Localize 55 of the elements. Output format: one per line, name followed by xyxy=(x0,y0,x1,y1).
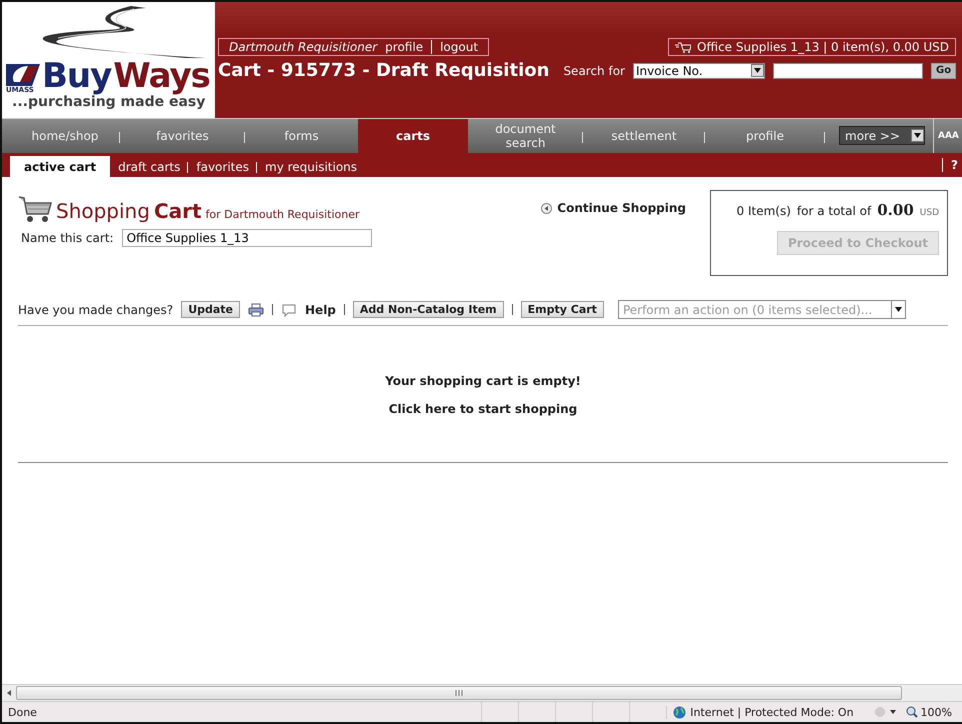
empty-message: Your shopping cart is empty! xyxy=(385,374,581,388)
cart-title-bold: Cart xyxy=(154,199,202,223)
currency-label: USD xyxy=(920,208,939,218)
total-label: for a total of xyxy=(796,204,872,218)
cart-title: Shopping xyxy=(56,199,150,223)
user-link[interactable]: profile xyxy=(385,40,424,54)
cart-name-field[interactable]: Office Supplies 1_13 xyxy=(122,229,372,247)
help-button[interactable]: ? xyxy=(942,158,962,172)
grip-icon xyxy=(455,690,463,696)
update-button[interactable]: Update xyxy=(181,301,240,318)
nav-tab[interactable]: profile xyxy=(705,119,825,153)
sub-tab[interactable]: draft carts xyxy=(110,157,188,177)
sub-tab[interactable]: favorites xyxy=(188,157,257,177)
nav-tab[interactable]: forms xyxy=(245,119,358,153)
cart-summary-text: Office Supplies 1_13 | 0 item(s), 0.00 USD xyxy=(697,40,949,54)
help-bubble-icon xyxy=(281,302,298,316)
search-type-select[interactable]: Invoice No. xyxy=(632,62,765,78)
cart-icon xyxy=(675,42,692,52)
zoom-control[interactable]: 100% xyxy=(900,706,962,718)
go-button[interactable]: Go xyxy=(930,62,956,78)
sub-tab[interactable]: active cart xyxy=(10,156,110,177)
brand-name-first: Buy xyxy=(42,58,112,94)
nav-tab[interactable]: home/shop xyxy=(10,119,120,153)
total-amount: 0.00 xyxy=(877,201,914,219)
search-label: Search for xyxy=(563,64,625,78)
item-count: 0 Item(s) xyxy=(736,204,791,218)
tagline: ...purchasing made easy xyxy=(12,94,206,110)
status-text: Done xyxy=(8,706,37,718)
shopping-cart-icon xyxy=(18,195,52,223)
nav-tab[interactable]: document search xyxy=(468,119,583,153)
search-field[interactable] xyxy=(772,62,923,78)
nav-tab[interactable]: favorites xyxy=(120,119,245,153)
start-shopping-link[interactable]: Click here to start shopping xyxy=(388,402,578,416)
page-title: Cart - 915773 - Draft Requisition xyxy=(218,60,550,81)
sub-tab[interactable]: my requisitions xyxy=(257,157,366,177)
empty-cart-button[interactable]: Empty Cart xyxy=(520,301,604,318)
more-menu[interactable]: more >> xyxy=(839,126,925,145)
print-icon[interactable] xyxy=(248,302,264,316)
security-zone: Internet | Protected Mode: On xyxy=(690,706,854,718)
globe-icon xyxy=(673,706,686,718)
continue-shopping-link[interactable]: Continue Shopping xyxy=(541,201,686,215)
brand-name-second: Ways xyxy=(113,58,210,94)
cart-owner: for Dartmouth Requisitioner xyxy=(206,208,360,221)
nav-tab[interactable]: settlement xyxy=(583,119,705,153)
help-link[interactable]: Help xyxy=(305,302,336,316)
user-link[interactable]: logout xyxy=(431,40,478,54)
nav-tab[interactable]: carts xyxy=(358,119,468,153)
add-item-button[interactable]: Add Non-Catalog Item xyxy=(352,301,504,318)
back-icon xyxy=(541,202,552,214)
cart-name-label: Name this cart: xyxy=(21,231,114,245)
cart-summary-bar[interactable]: Office Supplies 1_13 | 0 item(s), 0.00 USD xyxy=(668,38,956,56)
changes-prompt: Have you made changes? xyxy=(18,302,174,316)
user-name: Dartmouth Requisitioner xyxy=(229,40,378,54)
magnifier-icon xyxy=(906,706,918,718)
university-logo-icon xyxy=(6,62,40,86)
